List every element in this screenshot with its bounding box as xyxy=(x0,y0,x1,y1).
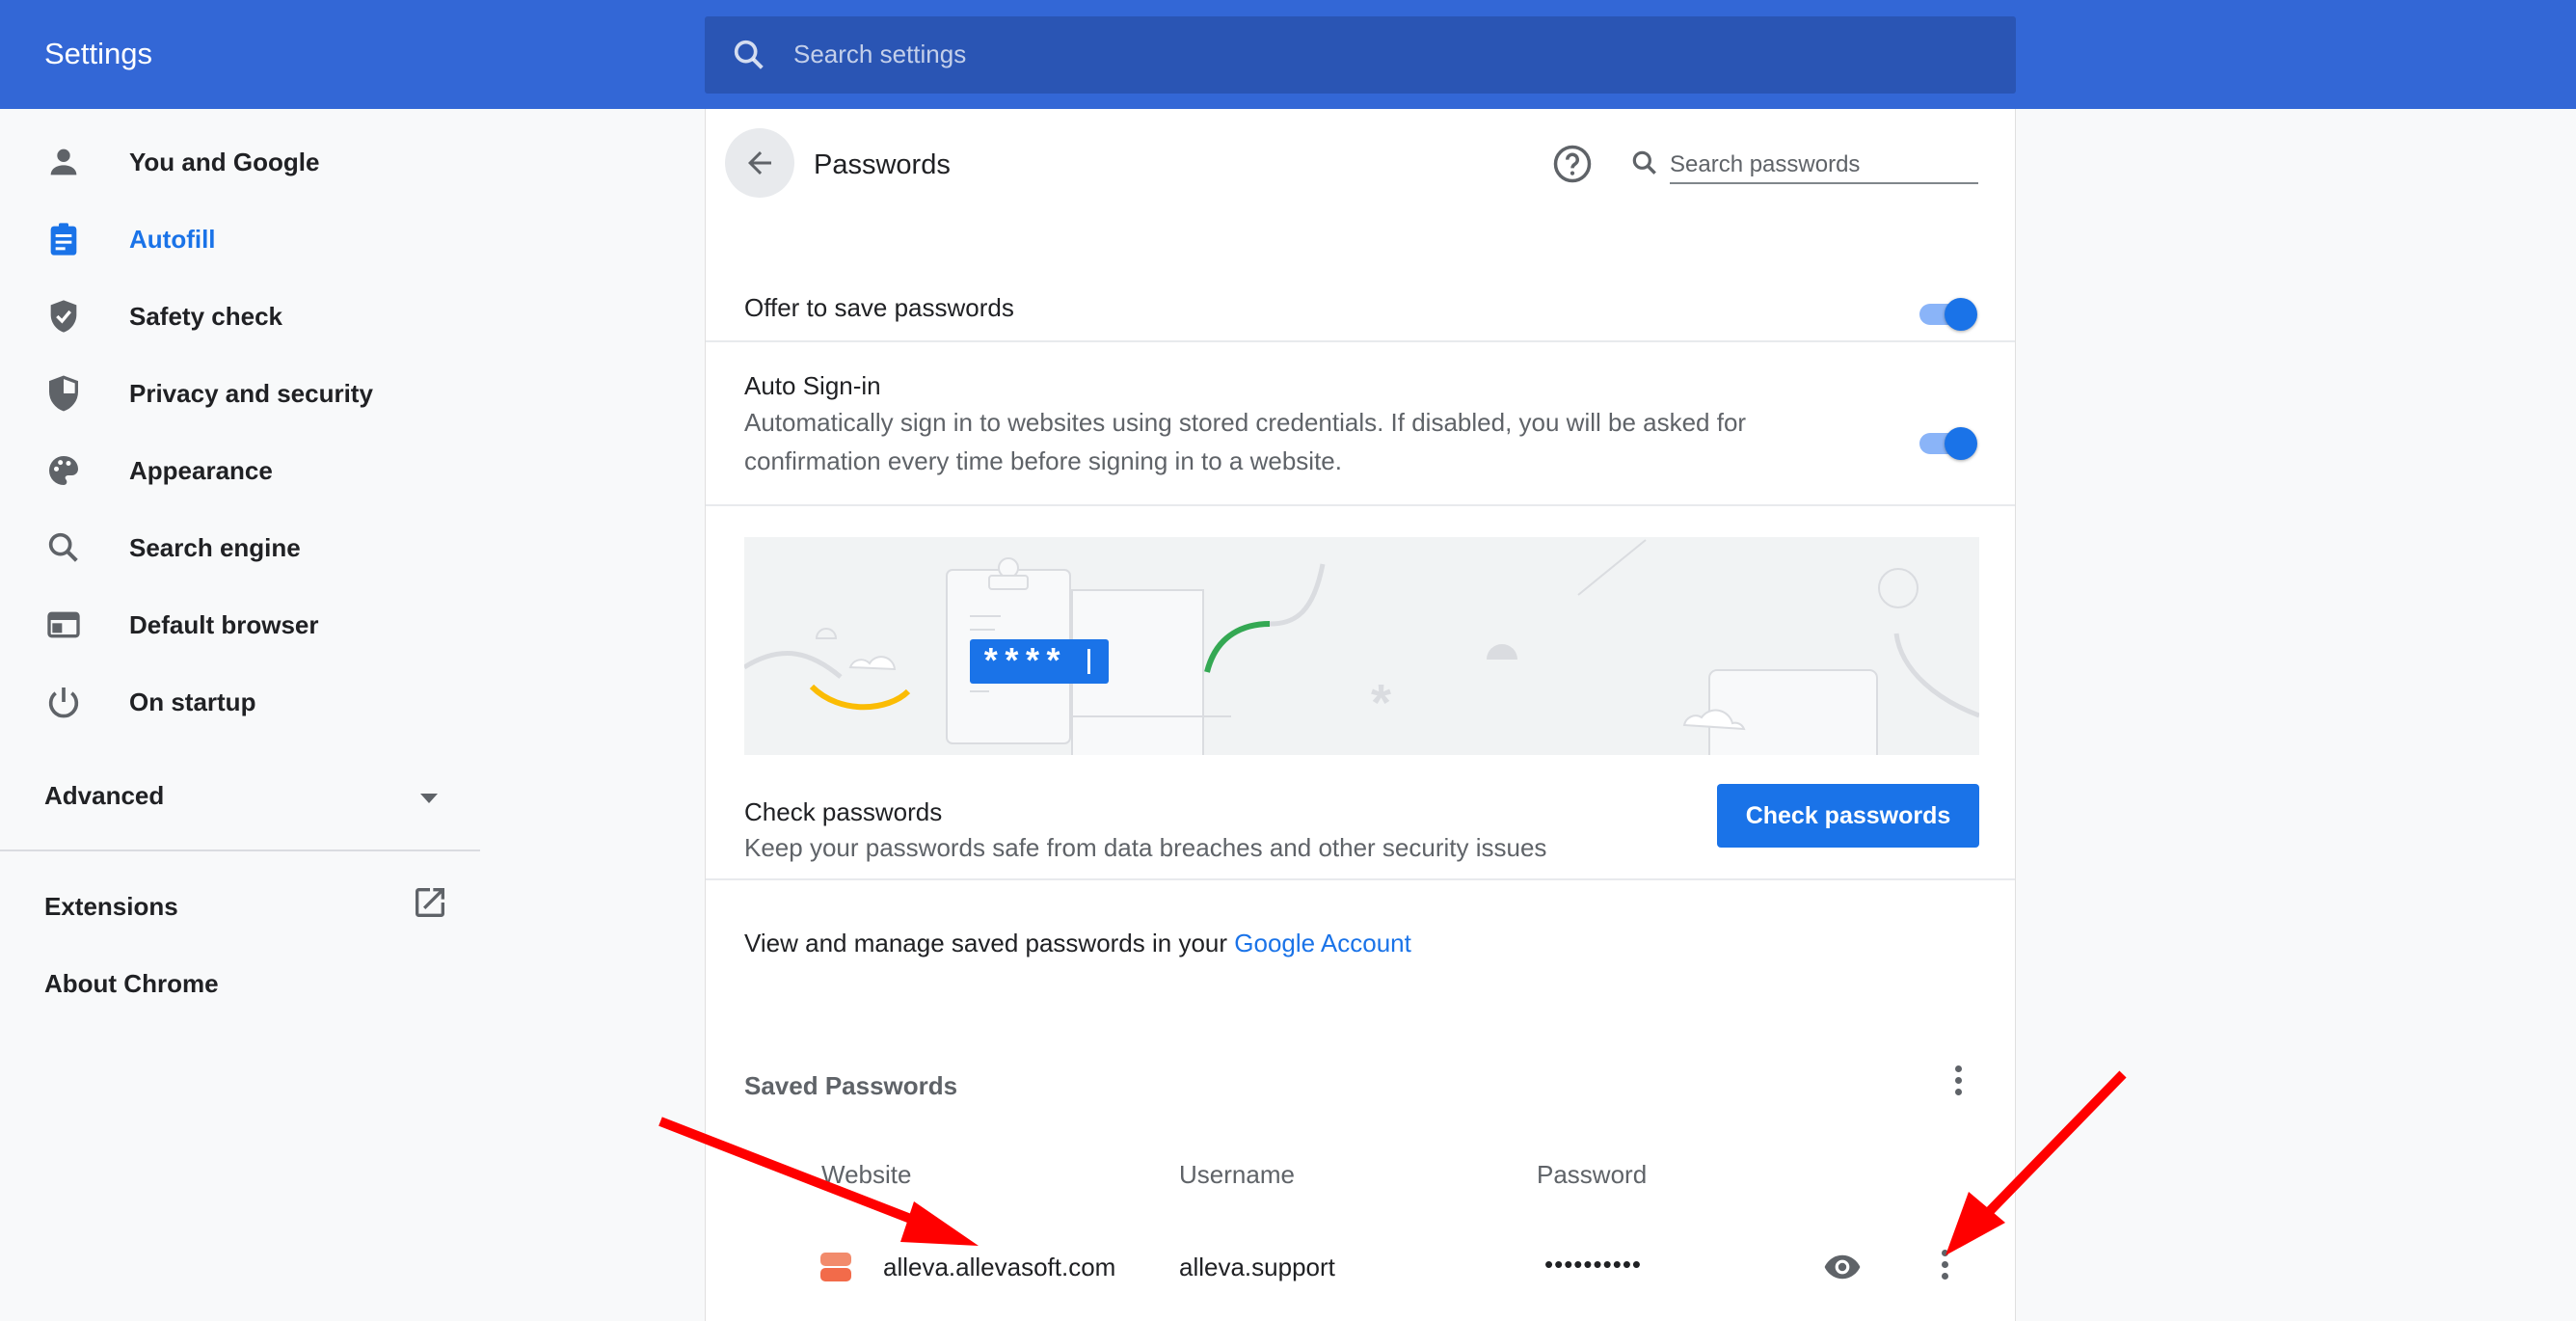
toggle-knob xyxy=(1945,427,1977,460)
sidebar: You and Google Autofill Safety check Pri… xyxy=(0,109,480,1321)
manage-passwords-label: View and manage saved passwords in your xyxy=(744,929,1228,957)
check-passwords-illustration: **** * xyxy=(744,537,1979,755)
auto-signin-label: Auto Sign-in xyxy=(744,371,881,400)
sidebar-item-safety-check[interactable]: Safety check xyxy=(0,278,480,355)
offer-save-label: Offer to save passwords xyxy=(744,293,1014,322)
column-header-website: Website xyxy=(821,1160,912,1189)
extensions-link[interactable]: Extensions xyxy=(44,892,178,922)
chevron-down-icon[interactable] xyxy=(420,794,438,803)
divider xyxy=(706,504,2015,506)
divider xyxy=(706,878,2015,880)
sidebar-item-default-browser[interactable]: Default browser xyxy=(0,586,480,663)
search-icon xyxy=(734,40,764,69)
back-button[interactable] xyxy=(725,128,794,198)
sidebar-item-label: Default browser xyxy=(129,610,319,639)
check-passwords-title: Check passwords xyxy=(744,797,943,826)
check-passwords-description: Keep your passwords safe from data breac… xyxy=(744,833,1547,862)
arrow-back-icon xyxy=(748,151,771,175)
settings-search-box[interactable]: Search settings xyxy=(705,16,2016,94)
sidebar-item-label: You and Google xyxy=(129,148,320,176)
search-icon xyxy=(48,532,78,562)
top-bar: Settings Search settings xyxy=(0,0,2576,109)
sidebar-item-autofill[interactable]: Autofill xyxy=(0,201,480,278)
help-icon[interactable] xyxy=(1552,144,1593,184)
sidebar-item-appearance[interactable]: Appearance xyxy=(0,432,480,509)
check-passwords-button[interactable]: Check passwords xyxy=(1717,784,1979,848)
power-icon xyxy=(48,687,79,718)
sidebar-divider xyxy=(0,849,480,851)
manage-passwords-text: View and manage saved passwords in your … xyxy=(744,929,1411,958)
column-header-password: Password xyxy=(1537,1160,1648,1189)
column-header-username: Username xyxy=(1179,1160,1295,1189)
page-title: Passwords xyxy=(814,149,951,180)
open-in-new-icon[interactable] xyxy=(411,883,449,922)
google-account-link[interactable]: Google Account xyxy=(1234,929,1411,957)
person-icon xyxy=(50,148,77,175)
auto-signin-description-line1: Automatically sign in to websites using … xyxy=(744,408,1747,437)
sidebar-item-label: Privacy and security xyxy=(129,379,373,408)
password-cell: •••••••••• xyxy=(1544,1250,1643,1279)
palette-icon xyxy=(49,456,78,485)
shield-check-icon xyxy=(50,300,77,333)
sidebar-item-you-and-google[interactable]: You and Google xyxy=(0,123,480,201)
sidebar-item-label: On startup xyxy=(129,687,256,716)
offer-save-toggle[interactable] xyxy=(1918,294,1979,333)
search-passwords-input[interactable] xyxy=(1670,148,1978,184)
search-icon xyxy=(1632,150,1656,175)
saved-passwords-heading: Saved Passwords xyxy=(744,1071,958,1100)
svg-text:*: * xyxy=(1371,674,1391,732)
sidebar-item-on-startup[interactable]: On startup xyxy=(0,663,480,741)
auto-signin-toggle[interactable] xyxy=(1918,423,1979,462)
advanced-section-toggle[interactable]: Advanced xyxy=(44,781,164,811)
settings-search-placeholder[interactable]: Search settings xyxy=(793,40,966,69)
divider xyxy=(706,340,2015,342)
entry-more-actions-icon[interactable] xyxy=(1942,1250,1953,1284)
website-cell[interactable]: alleva.allevasoft.com xyxy=(883,1253,1115,1282)
password-mask-text: **** xyxy=(980,644,1063,684)
shield-half-icon xyxy=(49,375,78,412)
app-title: Settings xyxy=(44,37,153,70)
sidebar-item-label: Search engine xyxy=(129,533,301,562)
sidebar-item-label: Appearance xyxy=(129,456,273,485)
browser-window-icon xyxy=(47,611,80,638)
illustration-graphic: **** * xyxy=(744,539,1979,755)
site-favicon-icon xyxy=(820,1253,851,1281)
clipboard-icon xyxy=(50,223,77,256)
about-chrome-link[interactable]: About Chrome xyxy=(44,969,219,999)
auto-signin-description-line2: confirmation every time before signing i… xyxy=(744,446,1342,475)
sidebar-item-privacy[interactable]: Privacy and security xyxy=(0,355,480,432)
saved-passwords-menu-icon[interactable] xyxy=(1955,1065,1967,1100)
sidebar-item-label: Safety check xyxy=(129,302,282,331)
sidebar-item-search-engine[interactable]: Search engine xyxy=(0,509,480,586)
sidebar-item-label: Autofill xyxy=(129,225,216,254)
passwords-card: Passwords Offer to save passwords Auto S… xyxy=(705,109,2016,1321)
username-cell: alleva.support xyxy=(1179,1253,1335,1281)
show-password-eye-icon[interactable] xyxy=(1822,1247,1863,1287)
toggle-knob xyxy=(1945,298,1977,331)
